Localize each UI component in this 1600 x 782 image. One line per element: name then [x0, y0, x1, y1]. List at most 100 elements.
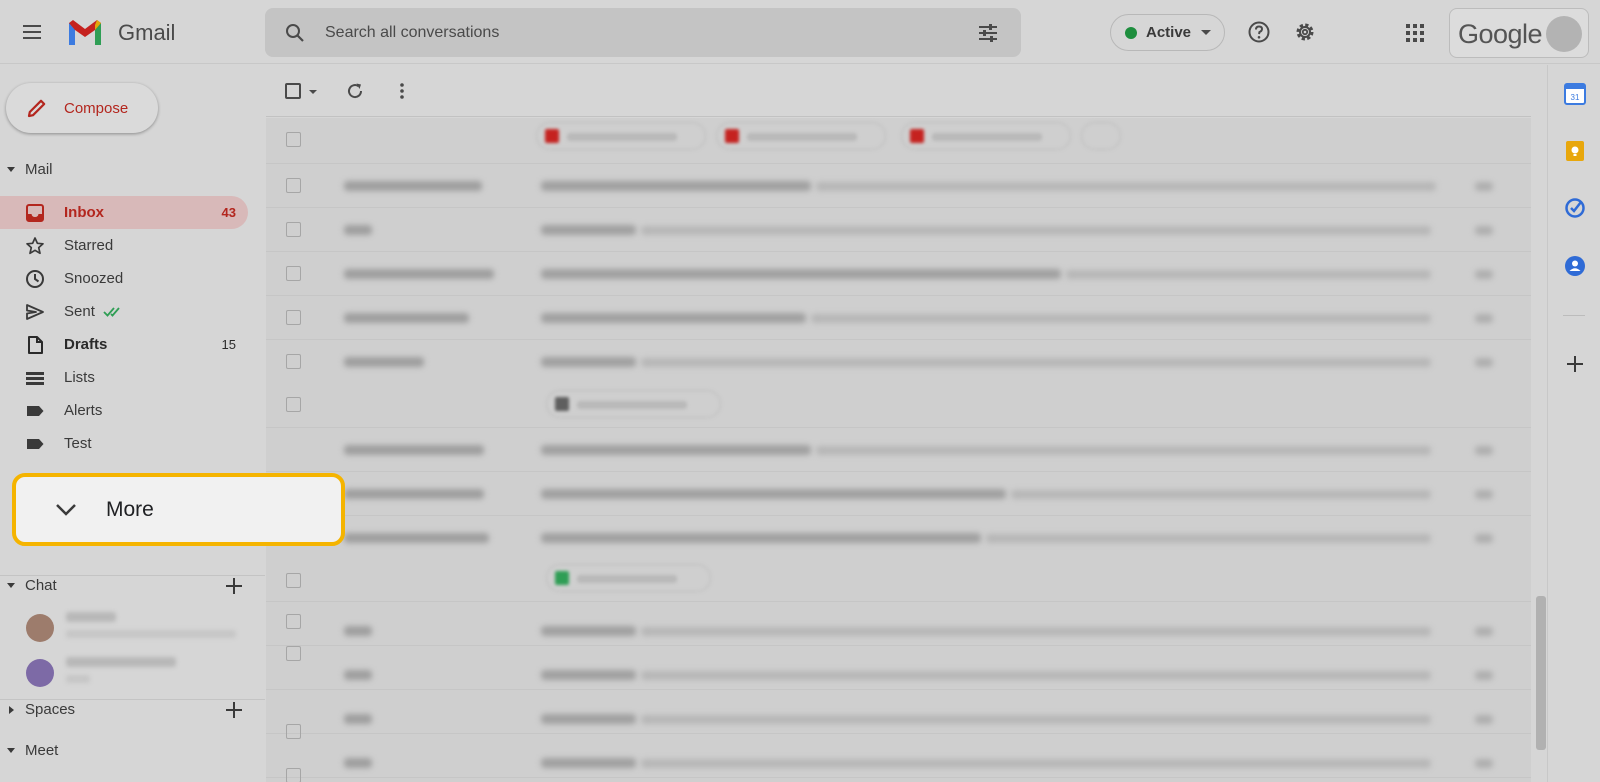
row-checkbox[interactable]	[286, 132, 301, 147]
chat-section-header[interactable]: Chat	[7, 577, 57, 594]
sidebar-item-sent[interactable]: Sent	[0, 295, 248, 328]
sidebar-item-drafts[interactable]: Drafts 15	[0, 328, 248, 361]
message-list	[266, 118, 1531, 782]
compose-button[interactable]: Compose	[6, 83, 158, 133]
account-button[interactable]: Google	[1449, 8, 1589, 58]
message-row-blurred[interactable]	[266, 118, 1531, 164]
label-icon	[25, 434, 45, 454]
gear-icon[interactable]	[1293, 20, 1317, 44]
draft-count: 15	[221, 337, 236, 352]
row-checkbox[interactable]	[286, 646, 301, 661]
spaces-section-label: Spaces	[25, 701, 76, 718]
calendar-icon[interactable]: 31	[1564, 83, 1586, 105]
gmail-logo-icon[interactable]	[66, 17, 104, 47]
attachment-chip[interactable]	[546, 564, 711, 592]
new-chat-icon[interactable]	[226, 578, 242, 594]
sidebar-item-test[interactable]: Test	[0, 427, 248, 460]
message-row-blurred[interactable]	[266, 516, 1531, 602]
select-all-checkbox[interactable]	[285, 83, 301, 99]
avatar[interactable]	[1546, 16, 1582, 52]
sidebar-item-alerts[interactable]: Alerts	[0, 394, 248, 427]
chevron-down-icon	[56, 503, 76, 516]
row-checkbox[interactable]	[286, 266, 301, 281]
collapse-icon	[7, 583, 15, 588]
sidebar: Compose Mail Inbox 43 Starred Snoozed Se…	[0, 65, 265, 782]
row-checkbox[interactable]	[286, 222, 301, 237]
label-icon	[25, 401, 45, 421]
search-icon[interactable]	[283, 21, 307, 45]
top-bar: Gmail Active	[0, 0, 1600, 64]
row-checkbox[interactable]	[286, 614, 301, 629]
chat-contact[interactable]	[26, 655, 256, 695]
chat-section-label: Chat	[25, 577, 57, 594]
attachment-chip[interactable]	[536, 122, 706, 150]
row-checkbox[interactable]	[286, 397, 301, 412]
message-row-blurred[interactable]	[266, 164, 1531, 208]
row-checkbox[interactable]	[286, 573, 301, 588]
message-row-blurred[interactable]	[266, 252, 1531, 296]
sidebar-item-snoozed[interactable]: Snoozed	[0, 262, 248, 295]
help-icon[interactable]	[1247, 20, 1271, 44]
get-addons-icon[interactable]	[1567, 356, 1583, 372]
meet-section-header[interactable]: Meet	[7, 742, 58, 759]
attachment-chip[interactable]	[546, 390, 721, 418]
search-input[interactable]	[325, 20, 945, 46]
row-checkbox[interactable]	[286, 354, 301, 369]
search-options-icon[interactable]	[977, 22, 999, 44]
message-row-blurred[interactable]	[266, 208, 1531, 252]
message-row-blurred[interactable]	[266, 428, 1531, 472]
collapse-icon	[7, 167, 15, 172]
attachment-chip[interactable]	[1081, 122, 1121, 150]
sidebar-item-label: Snoozed	[64, 270, 124, 287]
message-row-blurred[interactable]	[266, 602, 1531, 646]
google-logo: Google	[1458, 19, 1543, 49]
row-checkbox[interactable]	[286, 310, 301, 325]
refresh-icon[interactable]	[345, 81, 365, 101]
double-check-icon	[103, 306, 120, 317]
divider	[0, 699, 265, 700]
tasks-icon[interactable]	[1564, 197, 1586, 219]
status-label: Active	[1146, 24, 1192, 41]
mail-section-header[interactable]: Mail	[7, 161, 53, 178]
sidebar-item-inbox[interactable]: Inbox 43	[0, 196, 248, 229]
status-button[interactable]: Active	[1110, 14, 1225, 51]
svg-text:31: 31	[1571, 93, 1580, 102]
pencil-icon	[27, 99, 46, 118]
row-checkbox[interactable]	[286, 768, 301, 782]
avatar	[26, 614, 54, 642]
attachment-chip[interactable]	[716, 122, 886, 150]
star-icon	[25, 236, 45, 256]
main-menu-icon[interactable]	[20, 20, 44, 44]
sidebar-item-lists[interactable]: Lists	[0, 361, 248, 394]
row-checkbox[interactable]	[286, 178, 301, 193]
sidebar-item-starred[interactable]: Starred	[0, 229, 248, 262]
divider	[1563, 315, 1585, 316]
chevron-down-icon	[1201, 30, 1212, 35]
spaces-section-header[interactable]: Spaces	[7, 701, 75, 718]
scrollbar[interactable]	[1536, 596, 1546, 750]
divider	[0, 575, 265, 576]
new-space-icon[interactable]	[226, 702, 242, 718]
more-options-icon[interactable]	[392, 81, 412, 101]
list-icon	[25, 368, 45, 388]
sidebar-more-button[interactable]: More	[12, 473, 345, 546]
clock-icon	[25, 269, 45, 289]
message-row-blurred[interactable]	[266, 734, 1531, 782]
meet-section-label: Meet	[25, 742, 59, 759]
search-bar	[265, 8, 1021, 57]
message-row-blurred[interactable]	[266, 472, 1531, 516]
message-row-blurred[interactable]	[266, 646, 1531, 690]
expand-icon	[9, 705, 14, 714]
chat-preview-blurred	[66, 630, 236, 638]
sidebar-item-label: Starred	[64, 237, 114, 254]
message-row-blurred[interactable]	[266, 690, 1531, 739]
attachment-chip[interactable]	[901, 122, 1071, 150]
inbox-icon	[25, 203, 45, 223]
contacts-icon[interactable]	[1564, 255, 1586, 277]
keep-icon[interactable]	[1564, 140, 1586, 162]
message-row-blurred[interactable]	[266, 296, 1531, 340]
select-options-chevron-icon[interactable]	[309, 90, 317, 94]
apps-grid-icon[interactable]	[1405, 23, 1425, 43]
message-row-blurred[interactable]	[266, 340, 1531, 428]
chat-contact[interactable]	[26, 610, 256, 650]
